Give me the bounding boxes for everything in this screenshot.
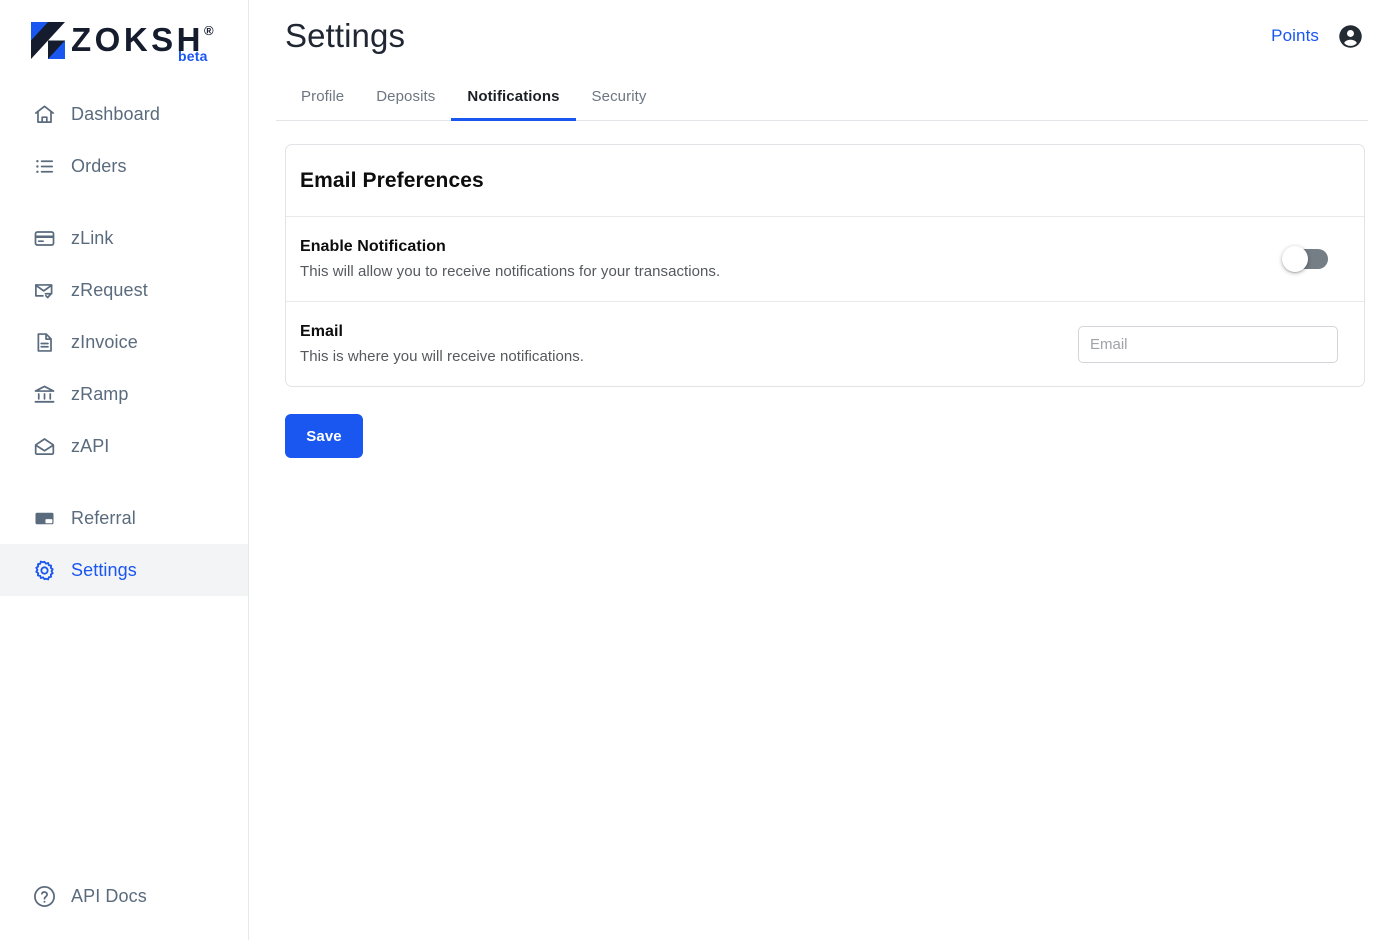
sidebar-item-api-docs[interactable]: API Docs: [0, 870, 248, 922]
account-circle-icon[interactable]: [1336, 22, 1364, 50]
tab-profile[interactable]: Profile: [285, 88, 360, 121]
email-row: Email This is where you will receive not…: [286, 302, 1364, 386]
sidebar-footer: API Docs: [0, 870, 248, 940]
sidebar-item-referral[interactable]: Referral: [0, 492, 248, 544]
sidebar-item-zapi[interactable]: zAPI: [0, 420, 248, 472]
card-title: Email Preferences: [300, 169, 484, 192]
sidebar-item-zlink[interactable]: zLink: [0, 212, 248, 264]
sidebar-divider-space: [0, 192, 248, 212]
mail-check-icon: [31, 277, 57, 303]
sidebar-item-label: zRequest: [71, 279, 148, 300]
sidebar-item-zramp[interactable]: zRamp: [0, 368, 248, 420]
sidebar-item-settings[interactable]: Settings: [0, 544, 248, 596]
enable-notification-description: This will allow you to receive notificat…: [300, 263, 721, 280]
document-icon: [31, 329, 57, 355]
sidebar-group-account: Referral Settings: [0, 492, 248, 596]
brand-logo[interactable]: ZOKSH ® beta: [0, 0, 248, 80]
sidebar-item-label: zInvoice: [71, 331, 138, 352]
sidebar: ZOKSH ® beta Dashboard Orders zLink zReq…: [0, 0, 249, 940]
points-link[interactable]: Points: [1271, 26, 1319, 46]
enable-notification-label: Enable Notification: [300, 238, 446, 255]
toggle-knob: [1282, 246, 1308, 272]
sidebar-item-zinvoice[interactable]: zInvoice: [0, 316, 248, 368]
email-description: This is where you will receive notificat…: [300, 348, 585, 365]
sidebar-item-label: zAPI: [71, 435, 110, 456]
enable-notification-toggle[interactable]: [1282, 246, 1328, 272]
enable-notification-texts: Enable Notification This will allow you …: [300, 238, 720, 280]
top-bar: Settings Points: [276, 0, 1368, 64]
gear-icon: [31, 557, 57, 583]
main-content: Settings Points Profile Deposits Notific…: [249, 0, 1396, 940]
sidebar-item-label: Orders: [71, 155, 127, 176]
email-input[interactable]: [1078, 325, 1338, 363]
save-button[interactable]: Save: [285, 414, 363, 458]
page-title: Settings: [285, 17, 406, 54]
open-envelope-icon: [31, 433, 57, 459]
sidebar-item-zrequest[interactable]: zRequest: [0, 264, 248, 316]
sidebar-item-label: API Docs: [71, 885, 147, 906]
sidebar-group-products: zLink zRequest zInvoice zRamp zAPI: [0, 212, 248, 472]
tab-security[interactable]: Security: [576, 88, 663, 121]
zoksh-logo-mark-icon: [31, 21, 65, 59]
sidebar-item-label: zRamp: [71, 383, 129, 404]
tab-notifications[interactable]: Notifications: [451, 88, 576, 121]
email-texts: Email This is where you will receive not…: [300, 323, 584, 365]
sidebar-item-label: Dashboard: [71, 103, 160, 124]
email-preferences-card: Email Preferences Enable Notification Th…: [285, 144, 1365, 387]
sidebar-nav: Dashboard Orders zLink zRequest zInvoice…: [0, 80, 248, 596]
referral-icon: [31, 505, 57, 531]
beta-badge: beta: [178, 48, 208, 64]
enable-notification-row: Enable Notification This will allow you …: [286, 217, 1364, 302]
card-header: Email Preferences: [286, 145, 1364, 217]
sidebar-item-dashboard[interactable]: Dashboard: [0, 88, 248, 140]
help-circle-icon: [31, 883, 57, 909]
top-bar-actions: Points: [1271, 22, 1368, 50]
list-icon: [31, 153, 57, 179]
sidebar-item-label: Settings: [71, 559, 137, 580]
credit-card-icon: [31, 225, 57, 251]
sidebar-item-orders[interactable]: Orders: [0, 140, 248, 192]
sidebar-item-label: Referral: [71, 507, 136, 528]
sidebar-group-main: Dashboard Orders: [0, 88, 248, 192]
home-icon: [31, 101, 57, 127]
registered-trademark-icon: ®: [204, 23, 214, 38]
sidebar-divider-space: [0, 472, 248, 492]
settings-tabs: Profile Deposits Notifications Security: [276, 76, 1368, 121]
app-root: ZOKSH ® beta Dashboard Orders zLink zReq…: [0, 0, 1396, 940]
sidebar-item-label: zLink: [71, 227, 114, 248]
email-label: Email: [300, 323, 343, 340]
bank-icon: [31, 381, 57, 407]
tab-deposits[interactable]: Deposits: [360, 88, 451, 121]
